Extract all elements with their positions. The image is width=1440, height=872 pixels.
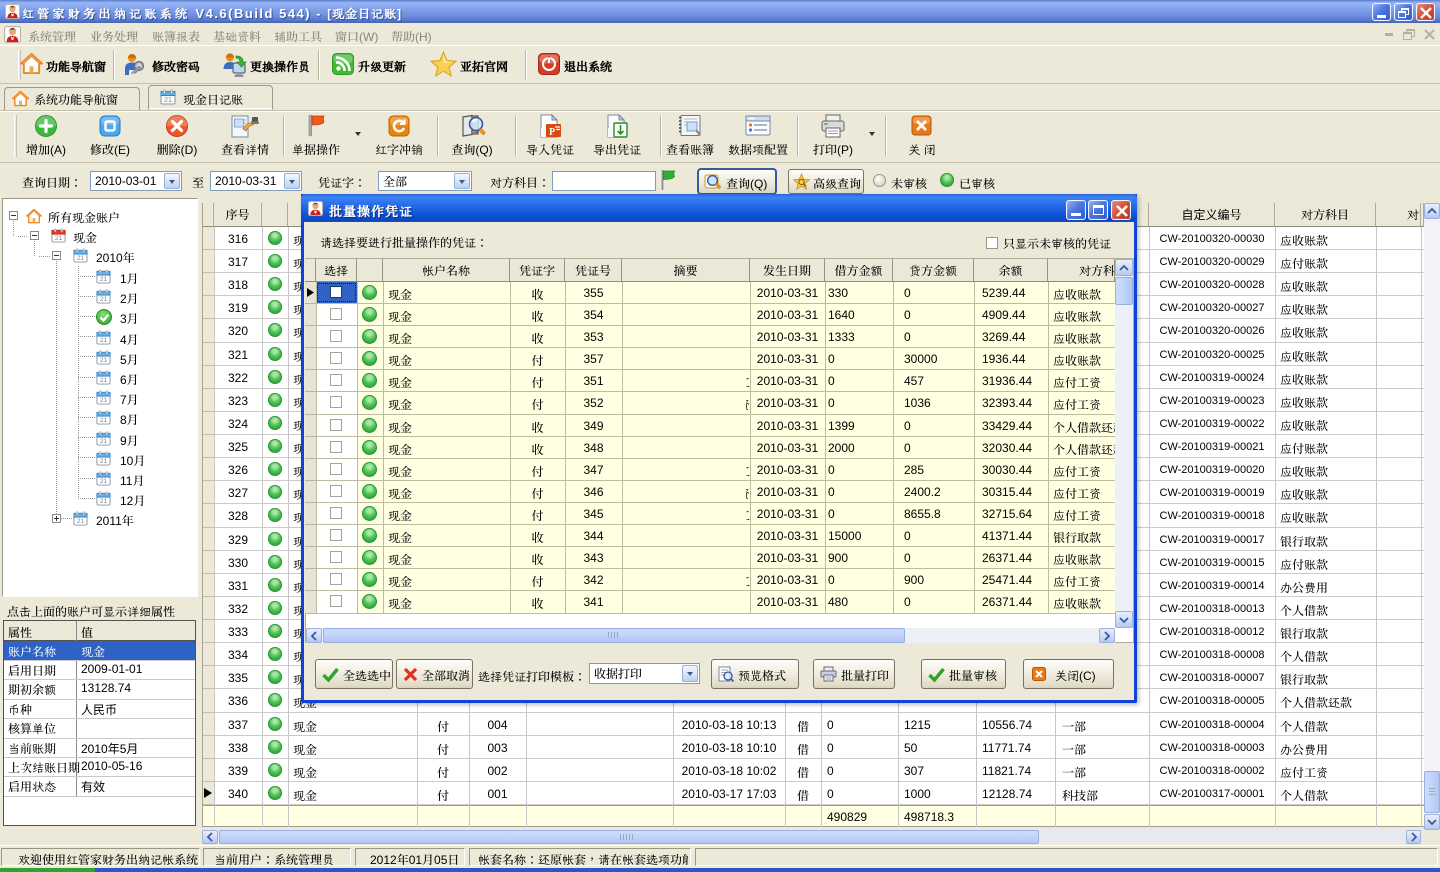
svg-text:21: 21 (100, 417, 108, 424)
svg-text:21: 21 (100, 397, 108, 404)
svg-text:21: 21 (100, 478, 108, 485)
svg-text:21: 21 (100, 276, 108, 283)
svg-text:21: 21 (100, 438, 108, 445)
svg-text:21: 21 (100, 377, 108, 384)
svg-text:21: 21 (164, 97, 172, 104)
svg-text:P: P (549, 127, 555, 138)
svg-text:21: 21 (100, 296, 108, 303)
svg-text:21: 21 (100, 337, 108, 344)
svg-text:21: 21 (100, 357, 108, 364)
svg-text:21: 21 (77, 255, 85, 262)
svg-text:21: 21 (55, 235, 63, 242)
svg-text:21: 21 (100, 458, 108, 465)
svg-text:21: 21 (100, 498, 108, 505)
svg-text:21: 21 (77, 518, 85, 525)
